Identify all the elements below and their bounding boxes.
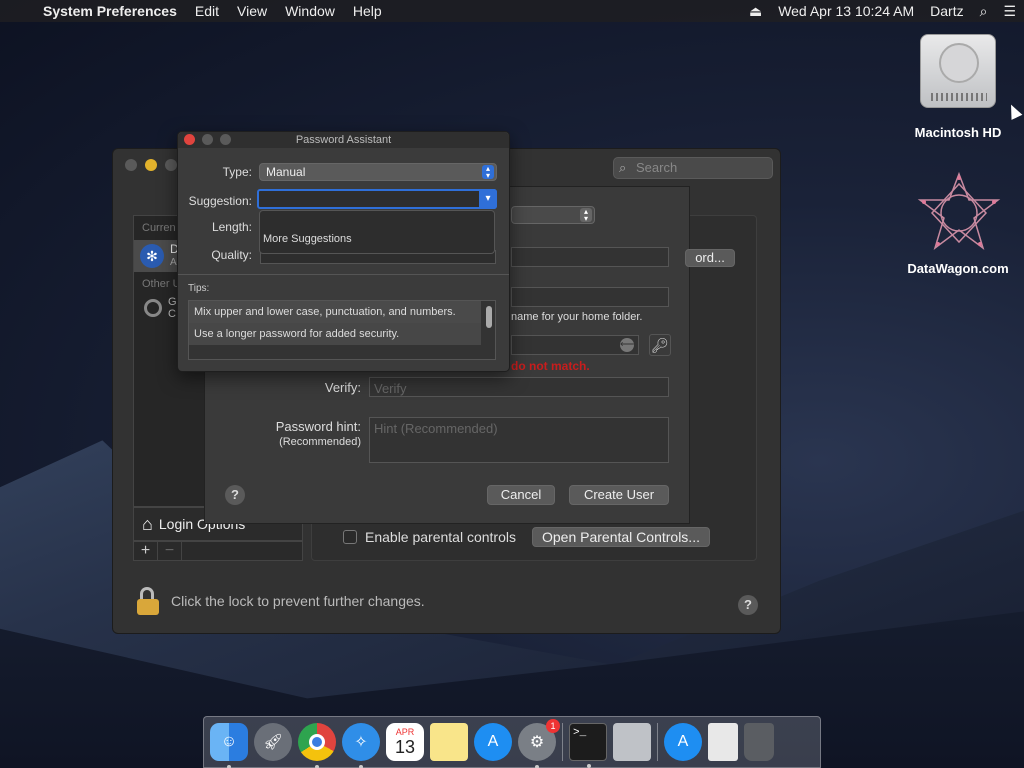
chrome-icon[interactable] xyxy=(298,723,336,768)
password-assistant-panel: Password Assistant Type: Manual ▴ ▾ Sugge… xyxy=(177,131,510,372)
macintosh-hd-drive-icon[interactable] xyxy=(920,34,996,108)
parental-controls-row: Enable parental controls Open Parental C… xyxy=(343,527,710,547)
guest-user-icon xyxy=(144,299,162,317)
dock-separator xyxy=(657,723,658,761)
archive-utility-icon[interactable] xyxy=(613,723,651,761)
terminal-icon[interactable]: >_ xyxy=(569,723,607,768)
menubar-user[interactable]: Dartz xyxy=(922,3,971,19)
notes-icon[interactable] xyxy=(430,723,468,761)
help-button[interactable]: ? xyxy=(738,595,758,615)
datawagon-logo-icon[interactable] xyxy=(916,170,1002,256)
type-popup[interactable]: Manual ▴ ▾ xyxy=(259,163,497,181)
minimize-button[interactable] xyxy=(145,159,157,171)
remove-user-button[interactable]: − xyxy=(158,542,182,560)
tips-label: Tips: xyxy=(188,283,210,294)
menu-view[interactable]: View xyxy=(228,3,276,19)
type-value: Manual xyxy=(266,165,306,179)
clear-field-icon[interactable]: ⟵ xyxy=(620,338,634,352)
lock-row: Click the lock to prevent further change… xyxy=(137,587,425,615)
dock-separator xyxy=(562,723,563,761)
quality-label: Quality: xyxy=(211,248,252,262)
search-icon: ⌕ xyxy=(619,160,627,175)
lock-text: Click the lock to prevent further change… xyxy=(171,593,425,609)
chevron-down-icon[interactable]: ▾ xyxy=(479,189,497,209)
trash-icon[interactable] xyxy=(744,723,774,761)
pa-zoom-button[interactable] xyxy=(220,134,231,145)
pa-close-button[interactable] xyxy=(184,134,195,145)
enable-parental-checkbox[interactable] xyxy=(343,530,357,544)
calendar-month: APR xyxy=(395,727,415,737)
dock: ☺ 🚀︎ ✧ APR 13 A ⚙︎ 1 >_ A xyxy=(203,716,821,768)
eject-icon[interactable]: ⏏ xyxy=(741,3,770,20)
enable-parental-label[interactable]: Enable parental controls xyxy=(365,529,516,545)
user-avatar-icon: ✻ xyxy=(140,244,164,268)
app-store-downloads-icon[interactable]: A xyxy=(664,723,702,761)
close-button[interactable] xyxy=(125,159,137,171)
menu-window[interactable]: Window xyxy=(276,3,344,19)
length-label: Length: xyxy=(211,220,252,234)
password-assistant-key-icon[interactable]: 🔑︎ xyxy=(649,334,671,356)
guest-user-name: G xyxy=(168,296,177,308)
zoom-button[interactable] xyxy=(165,159,177,171)
pa-minimize-button[interactable] xyxy=(202,134,213,145)
popup-arrows-icon: ▴ ▾ xyxy=(580,208,592,223)
launchpad-icon[interactable]: 🚀︎ xyxy=(254,723,292,761)
password-field[interactable]: ⟵ xyxy=(511,335,639,355)
house-icon: ⌂ xyxy=(142,513,153,534)
suggestion-combobox[interactable]: ▾ xyxy=(257,189,497,209)
full-name-field[interactable] xyxy=(511,247,669,267)
tips-scrollbar[interactable] xyxy=(486,306,492,328)
notification-center-icon[interactable]: ☰ xyxy=(995,3,1024,20)
popup-arrows-icon: ▴ ▾ xyxy=(482,165,494,180)
search-placeholder: Search xyxy=(636,160,678,175)
datawagon-label[interactable]: DataWagon.com xyxy=(898,261,1018,276)
password-hint-sublabel: (Recommended) xyxy=(279,436,361,448)
password-mismatch-error: do not match. xyxy=(511,359,590,373)
verify-placeholder: Verify xyxy=(374,381,407,396)
menu-help[interactable]: Help xyxy=(344,3,391,19)
create-user-button[interactable]: Create User xyxy=(569,485,669,505)
mouse-cursor-icon xyxy=(1005,102,1023,120)
menu-bar: System Preferences Edit View Window Help… xyxy=(0,0,1024,22)
hint-placeholder: Hint (Recommended) xyxy=(374,421,498,436)
home-folder-hint: name for your home folder. xyxy=(511,311,643,323)
password-button[interactable]: ord... xyxy=(685,249,735,267)
open-parental-controls-button[interactable]: Open Parental Controls... xyxy=(532,527,710,547)
menu-edit[interactable]: Edit xyxy=(186,3,228,19)
verify-field[interactable]: Verify xyxy=(369,377,669,397)
search-field[interactable]: ⌕ Search xyxy=(613,157,773,179)
calendar-icon[interactable]: APR 13 xyxy=(386,723,424,761)
more-suggestions-item[interactable]: More Suggestions xyxy=(263,233,494,245)
sheet-help-button[interactable]: ? xyxy=(225,485,245,505)
spotlight-search-icon[interactable]: ⌕ xyxy=(972,3,996,20)
safari-icon[interactable]: ✧ xyxy=(342,723,380,768)
suggestion-label: Suggestion: xyxy=(188,194,252,208)
finder-icon[interactable]: ☺ xyxy=(210,723,248,768)
password-hint-field[interactable]: Hint (Recommended) xyxy=(369,417,669,463)
account-name-field[interactable] xyxy=(511,287,669,307)
calendar-day: 13 xyxy=(394,737,416,757)
macintosh-hd-label[interactable]: Macintosh HD xyxy=(898,125,1018,140)
verify-label: Verify: xyxy=(324,380,361,395)
type-label: Type: xyxy=(222,165,252,179)
cancel-button[interactable]: Cancel xyxy=(487,485,555,505)
notification-badge: 1 xyxy=(546,719,560,733)
suggestion-dropdown[interactable]: More Suggestions xyxy=(259,210,495,254)
divider xyxy=(178,274,509,275)
add-user-button[interactable]: + xyxy=(134,542,158,560)
add-remove-bar: + − xyxy=(133,541,303,561)
password-hint-label: Password hint: xyxy=(275,419,361,434)
app-menu[interactable]: System Preferences xyxy=(34,3,186,19)
tip-item: Use a longer password for added security… xyxy=(189,323,481,345)
menubar-clock[interactable]: Wed Apr 13 10:24 AM xyxy=(770,3,922,19)
document-icon[interactable] xyxy=(708,723,738,761)
tips-list[interactable]: Mix upper and lower case, punctuation, a… xyxy=(188,300,496,360)
guest-user-status: C xyxy=(168,308,176,320)
system-preferences-icon[interactable]: ⚙︎ 1 xyxy=(518,719,560,768)
lock-icon[interactable] xyxy=(137,587,159,615)
account-type-popup[interactable]: ▴ ▾ xyxy=(511,206,595,224)
tip-item: Mix upper and lower case, punctuation, a… xyxy=(189,301,481,323)
app-store-icon[interactable]: A xyxy=(474,723,512,761)
